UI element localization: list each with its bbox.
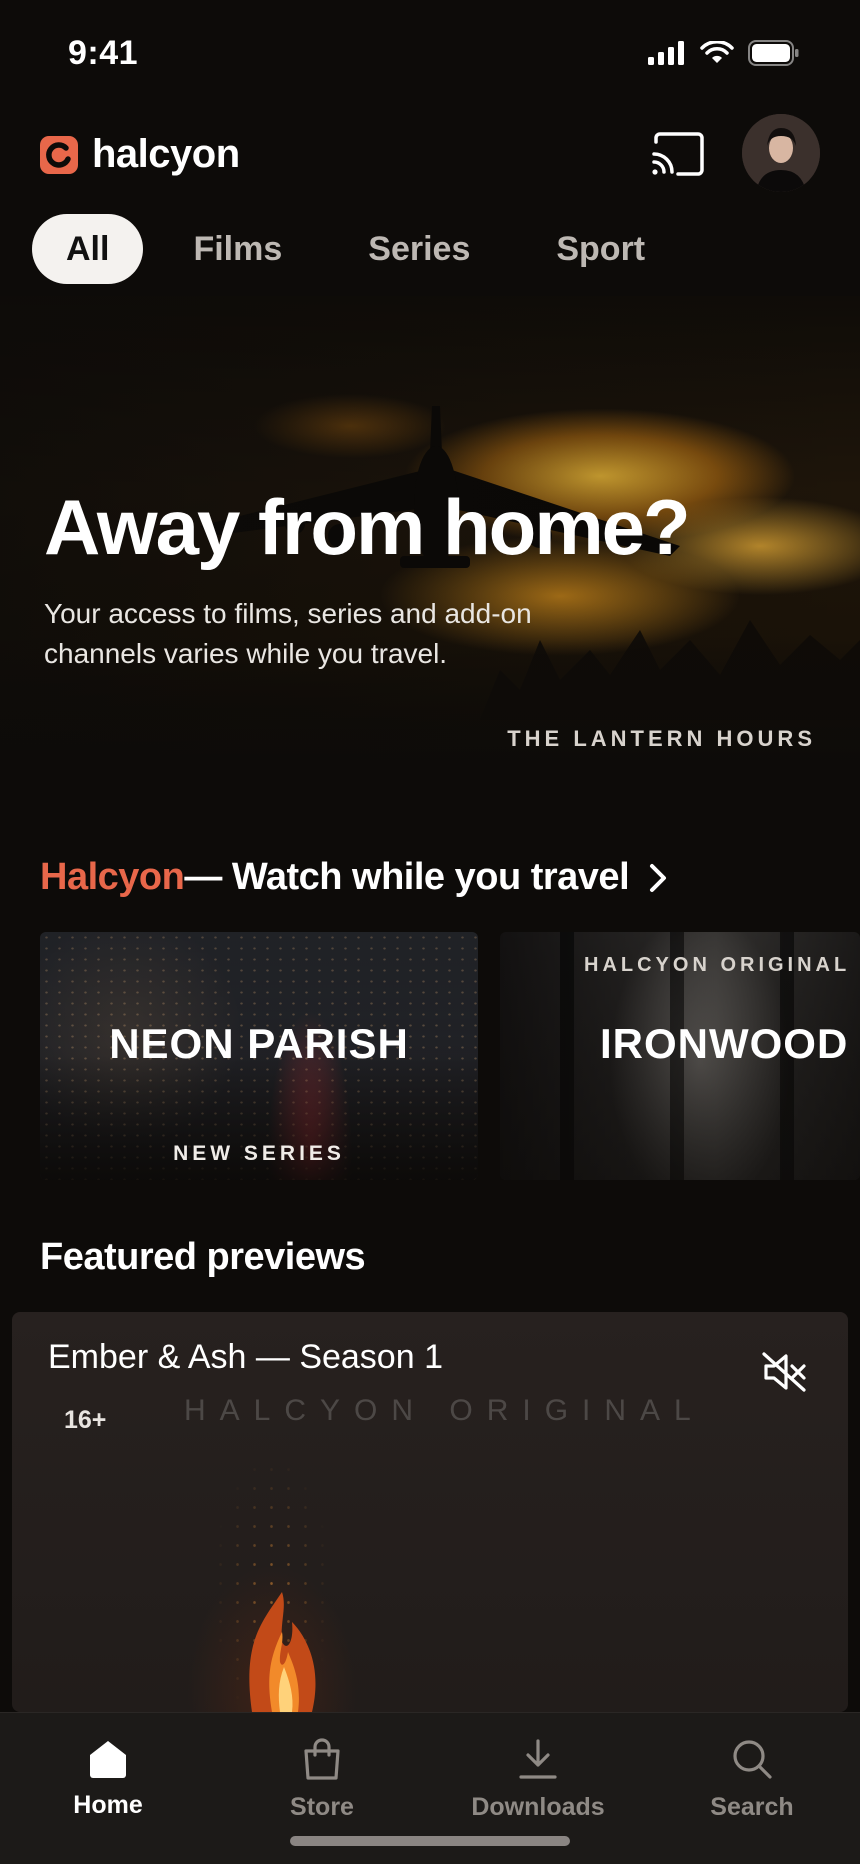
bag-icon xyxy=(304,1738,340,1780)
search-icon xyxy=(733,1740,772,1779)
status-icons xyxy=(648,40,800,66)
featured-preview-player[interactable]: Ember & Ash — Season 1 HALCYON ORIGINAL … xyxy=(12,1312,848,1712)
travel-section-header[interactable]: Halcyon — Watch while you travel xyxy=(40,856,667,899)
profile-avatar[interactable] xyxy=(742,114,820,192)
tab-sport[interactable]: Sport xyxy=(520,214,681,284)
cast-button[interactable] xyxy=(650,130,706,180)
battery-icon xyxy=(748,40,799,66)
mute-button[interactable] xyxy=(760,1350,808,1394)
status-time: 9:41 xyxy=(68,34,139,72)
tab-films[interactable]: Films xyxy=(157,214,318,284)
category-tabs: All Films Series Sport xyxy=(32,214,695,284)
preview-watermark: HALCYON ORIGINAL xyxy=(184,1394,705,1427)
status-bar: 9:41 xyxy=(0,0,860,100)
card-ironwood[interactable]: HALCYON ORIGINAL IRONWOOD xyxy=(500,932,860,1180)
age-rating-badge: 16+ xyxy=(64,1406,107,1434)
app-name: halcyon xyxy=(92,132,240,176)
card-neon-parish[interactable]: NEON PARISH NEW SERIES xyxy=(40,932,478,1180)
hero-caption: THE LANTERN HOURS xyxy=(507,726,816,751)
nav-downloads[interactable]: Downloads xyxy=(438,1737,638,1822)
nav-label: Store xyxy=(290,1793,354,1821)
speaker-muted-icon xyxy=(762,1352,806,1392)
card-top-badge: HALCYON ORIGINAL xyxy=(584,954,851,976)
nav-label: Downloads xyxy=(471,1793,605,1821)
cast-icon xyxy=(652,132,704,176)
chevron-right-icon xyxy=(650,863,667,892)
campfire-icon xyxy=(249,1592,316,1712)
app-logo[interactable]: halcyon xyxy=(40,132,240,177)
nav-search[interactable]: Search xyxy=(652,1737,852,1822)
wifi-icon xyxy=(700,41,734,63)
hero-title: Away from home? xyxy=(44,483,691,571)
card-title: NEON PARISH xyxy=(109,1020,409,1067)
hero-banner[interactable]: Away from home? Your access to films, se… xyxy=(0,296,860,780)
section-title: — Watch while you travel xyxy=(184,856,630,898)
card-title: IRONWOOD xyxy=(600,1020,849,1067)
featured-previews-heading: Featured previews xyxy=(40,1236,366,1278)
preview-title: Ember & Ash — Season 1 xyxy=(48,1338,443,1376)
card-badge: NEW SERIES xyxy=(173,1142,345,1165)
hero-subtitle: Your access to films, series and add-on … xyxy=(44,598,532,669)
home-indicator[interactable] xyxy=(290,1836,570,1846)
nav-label: Home xyxy=(73,1791,143,1819)
signal-icon xyxy=(648,41,684,65)
app-header: halcyon xyxy=(0,110,860,200)
download-icon xyxy=(519,1739,557,1779)
tab-series[interactable]: Series xyxy=(332,214,506,284)
nav-home[interactable]: Home xyxy=(8,1737,208,1820)
nav-label: Search xyxy=(710,1793,794,1821)
avatar-photo-icon xyxy=(742,114,820,192)
home-icon xyxy=(90,1741,126,1778)
nav-store[interactable]: Store xyxy=(222,1737,422,1822)
halcyon-logo-icon xyxy=(40,135,78,174)
tab-all[interactable]: All xyxy=(32,214,144,284)
section-brand: Halcyon xyxy=(40,856,185,898)
